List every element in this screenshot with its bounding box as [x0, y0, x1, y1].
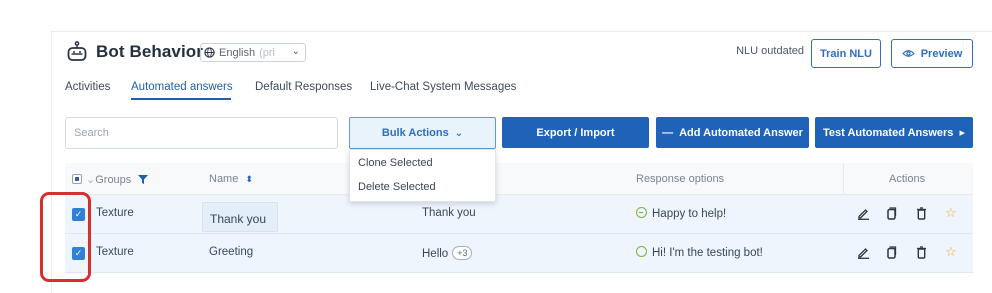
add-prefix-icon: — — [662, 126, 674, 139]
copy-icon[interactable] — [886, 246, 897, 259]
eye-icon — [901, 50, 915, 57]
row-name[interactable]: Greeting — [209, 246, 253, 258]
row-response-text: Happy to help! — [652, 208, 727, 220]
star-icon[interactable]: ☆ — [945, 244, 957, 260]
response-status-icon — [636, 207, 647, 218]
tab-live-chat-system-messages[interactable]: Live-Chat System Messages — [370, 81, 516, 93]
test-automated-answers-button[interactable]: Test Automated Answers ▸ — [815, 117, 973, 148]
add-automated-answer-label: Add Automated Answer — [679, 126, 803, 139]
tab-default-responses[interactable]: Default Responses — [255, 81, 352, 93]
more-examples-badge[interactable]: +3 — [452, 246, 473, 260]
row-group: Texture — [96, 207, 134, 219]
checkbox-highlight-annotation — [40, 192, 91, 282]
row-example: Thank you — [422, 207, 476, 219]
preview-label: Preview — [920, 47, 963, 60]
groups-header-label: Groups — [95, 174, 132, 186]
train-nlu-button[interactable]: Train NLU — [811, 39, 881, 68]
row-example-text: Hello — [422, 248, 449, 260]
row-response: Happy to help! — [636, 207, 726, 220]
response-status-icon — [636, 246, 647, 257]
row-response: Hi! I'm the testing bot! — [636, 246, 763, 259]
language-select[interactable]: English (pri ⌄ — [200, 43, 306, 62]
sort-icon[interactable]: ⬍ — [245, 174, 253, 184]
menu-item-clone-selected[interactable]: Clone Selected — [358, 157, 433, 169]
globe-icon — [204, 47, 215, 58]
bulk-actions-button[interactable]: Bulk Actions ⌄ — [349, 117, 496, 149]
preview-button[interactable]: Preview — [891, 39, 973, 68]
table-header — [65, 163, 973, 195]
robot-icon — [67, 41, 87, 61]
row-response-text: Hi! I'm the testing bot! — [652, 247, 763, 259]
actions-column-header: Actions — [889, 173, 926, 185]
row-name[interactable]: Thank you — [202, 202, 278, 232]
edit-icon[interactable] — [857, 207, 870, 220]
export-import-button[interactable]: Export / Import — [502, 117, 649, 148]
search-input[interactable]: Search — [65, 117, 338, 149]
copy-icon[interactable] — [886, 207, 897, 220]
chevron-down-icon: ⌄ — [291, 46, 300, 57]
select-all-checkbox[interactable] — [72, 174, 82, 184]
response-options-column-header: Response options — [636, 173, 725, 185]
column-divider — [843, 163, 844, 195]
active-tab-indicator — [131, 98, 231, 100]
edit-icon[interactable] — [857, 246, 870, 259]
language-value: English — [219, 46, 256, 59]
row-example: Hello +3 — [422, 246, 473, 260]
tab-activities[interactable]: Activities — [65, 81, 110, 93]
star-icon[interactable]: ☆ — [945, 205, 957, 221]
language-suffix: (pri — [259, 46, 275, 59]
tab-automated-answers[interactable]: Automated answers — [131, 81, 233, 93]
name-column-header[interactable]: Name ⬍ — [209, 173, 253, 185]
add-automated-answer-button[interactable]: — Add Automated Answer — [656, 117, 809, 148]
bulk-actions-label: Bulk Actions — [381, 127, 449, 139]
name-header-label: Name — [209, 173, 239, 185]
groups-column-header[interactable]: ⌄Groups — [86, 173, 149, 186]
delete-icon[interactable] — [916, 246, 927, 259]
nlu-status: NLU outdated — [736, 45, 804, 57]
menu-item-delete-selected[interactable]: Delete Selected — [358, 181, 436, 193]
chevron-down-icon: ⌄ — [454, 127, 464, 139]
test-automated-answers-label: Test Automated Answers — [823, 126, 954, 139]
chevron-down-icon: ⌄ — [86, 174, 96, 186]
filter-icon[interactable] — [138, 175, 149, 184]
table-row[interactable] — [65, 234, 973, 273]
row-group: Texture — [96, 246, 134, 258]
chevron-right-icon: ▸ — [959, 127, 965, 139]
page-title: Bot Behavior — [96, 42, 203, 61]
delete-icon[interactable] — [916, 207, 927, 220]
